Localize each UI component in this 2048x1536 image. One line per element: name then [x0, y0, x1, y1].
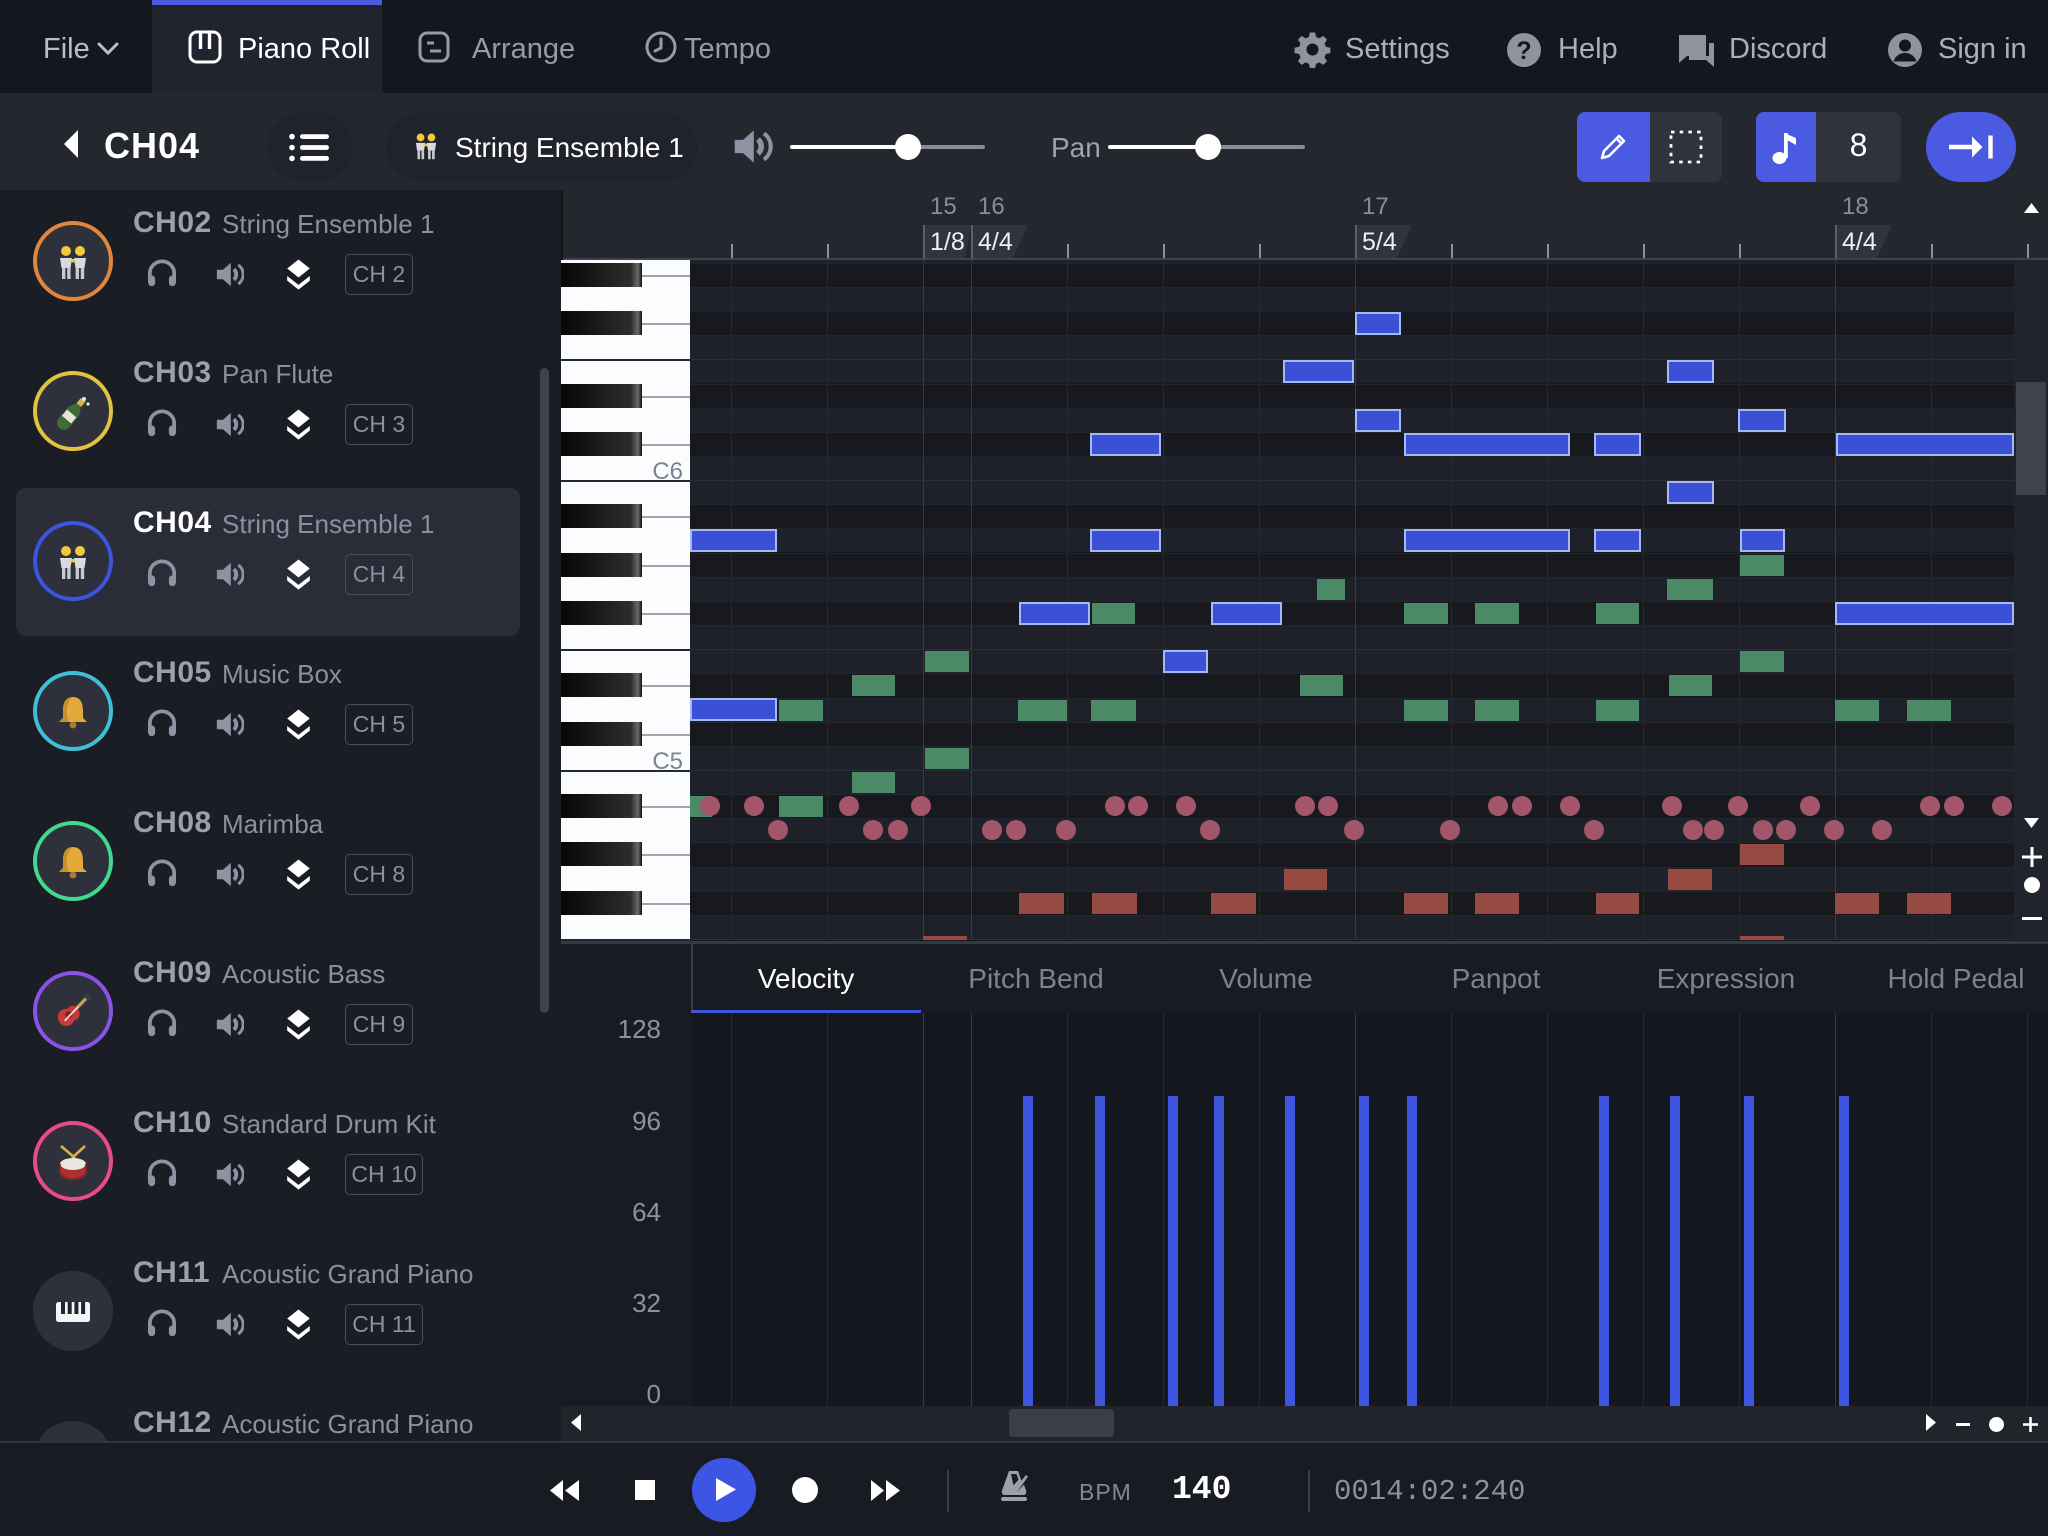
svg-text:?: ?	[1516, 37, 1531, 65]
